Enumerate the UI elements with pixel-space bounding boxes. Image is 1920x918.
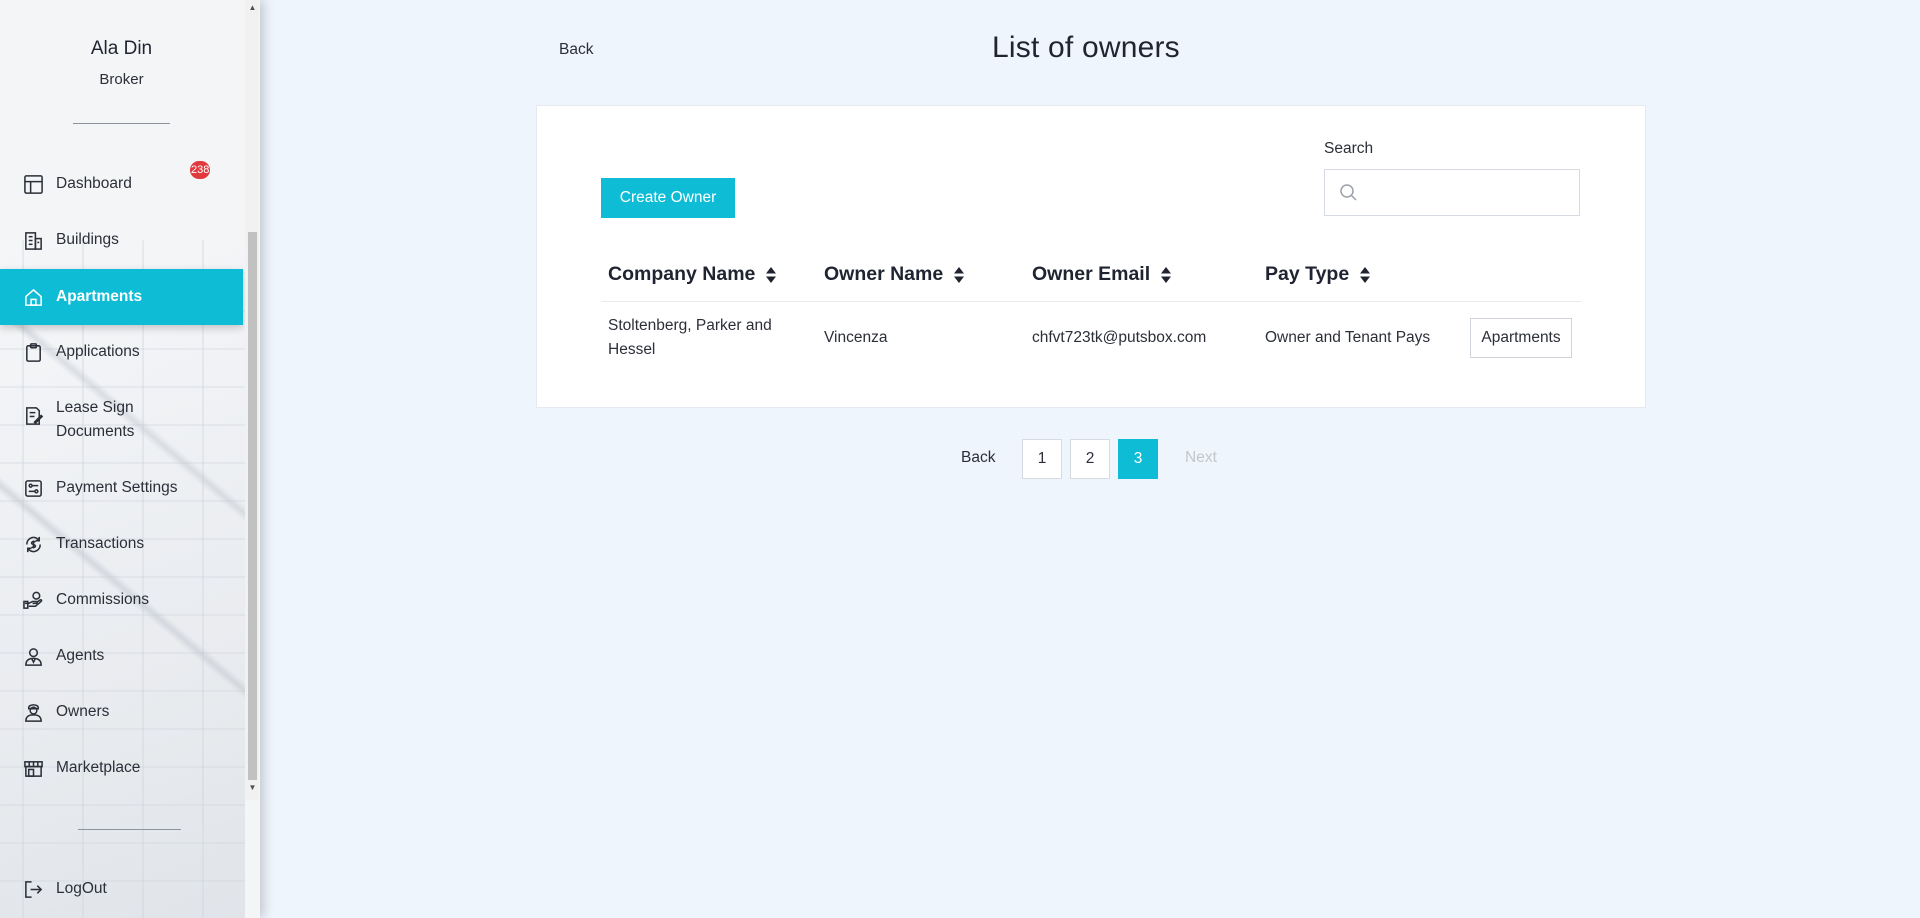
sidebar-item-label: Payment Settings <box>56 479 178 496</box>
cell-pay-type: Owner and Tenant Pays <box>1265 329 1431 346</box>
sidebar-item-applications[interactable]: Applications <box>0 326 243 378</box>
search-box[interactable] <box>1324 169 1580 217</box>
notification-badge: 238 <box>190 161 211 179</box>
sidebar-item-label: Buildings <box>56 231 119 248</box>
sidebar-item-marketplace[interactable]: Marketplace <box>0 742 243 794</box>
column-header-owner-email[interactable]: Owner Email <box>1032 263 1172 286</box>
sort-icon <box>1360 266 1371 283</box>
sidebar-item-dashboard[interactable]: Dashboard 238 <box>0 158 243 210</box>
pagination-back[interactable]: Back <box>961 449 995 467</box>
owner-icon <box>22 701 44 723</box>
apartments-button[interactable]: Apartments <box>1470 318 1572 358</box>
sidebar-item-commissions[interactable]: Commissions <box>0 574 243 626</box>
search-input[interactable] <box>1365 170 1574 217</box>
logout-icon <box>22 878 44 900</box>
sidebar-item-label: Apartments <box>56 288 143 305</box>
scroll-up-arrow-icon[interactable]: ▲ <box>248 3 257 13</box>
sort-icon <box>954 266 965 283</box>
scrollbar-thumb[interactable] <box>248 232 257 780</box>
sidebar-item-label: Transactions <box>56 535 145 552</box>
clipboard-icon <box>22 341 44 363</box>
search-label: Search <box>1324 140 1374 157</box>
pagination-next[interactable]: Next <box>1185 449 1217 467</box>
user-role: Broker <box>99 71 144 88</box>
divider <box>78 829 181 830</box>
divider <box>73 123 170 124</box>
home-icon <box>22 286 44 308</box>
table-divider <box>601 301 1581 302</box>
page-2-button[interactable]: 2 <box>1070 439 1110 479</box>
sidebar-item-label: Commissions <box>56 591 150 608</box>
store-icon <box>22 757 44 779</box>
sidebar-item-owners[interactable]: Owners <box>0 686 243 738</box>
transactions-icon <box>22 533 44 555</box>
sidebar-item-label: Agents <box>56 647 105 664</box>
column-header-pay-type[interactable]: Pay Type <box>1265 263 1371 286</box>
back-link[interactable]: Back <box>559 41 593 59</box>
sort-icon <box>766 266 777 283</box>
sidebar-item-apartments[interactable]: Apartments <box>0 269 243 325</box>
document-sign-icon <box>22 404 44 426</box>
cell-company-name: Stoltenberg, Parker and Hessel <box>608 317 772 358</box>
sidebar-item-lease-sign-documents[interactable]: Lease Sign Documents <box>0 396 243 456</box>
building-icon <box>22 229 44 251</box>
sidebar-item-transactions[interactable]: Transactions <box>0 518 243 570</box>
sort-icon <box>1161 266 1172 283</box>
cell-owner-name: Vincenza <box>824 329 888 346</box>
hand-coin-icon <box>22 589 44 611</box>
sidebar-item-agents[interactable]: Agents <box>0 630 243 682</box>
scroll-down-arrow-icon[interactable]: ▼ <box>248 783 257 793</box>
sidebar-item-label: Dashboard <box>56 175 132 192</box>
sidebar: Ala Din Broker Dashboard 238 Buildings A… <box>0 0 260 918</box>
page-3-button[interactable]: 3 <box>1118 439 1158 479</box>
cell-owner-email: chfvt723tk@putsbox.com <box>1032 329 1207 346</box>
page-1-button[interactable]: 1 <box>1022 439 1062 479</box>
sidebar-item-label: Marketplace <box>56 759 141 776</box>
search-icon <box>1340 184 1357 201</box>
logout-button[interactable]: LogOut <box>0 863 243 915</box>
sidebar-item-payment-settings[interactable]: Payment Settings <box>0 462 243 514</box>
sidebar-item-label: Lease Sign Documents <box>56 399 135 440</box>
dashboard-icon <box>22 173 44 195</box>
sidebar-item-label: Owners <box>56 703 110 720</box>
user-name: Ala Din <box>90 38 153 59</box>
column-header-company-name[interactable]: Company Name <box>608 263 777 286</box>
sidebar-item-label: LogOut <box>56 880 107 897</box>
sidebar-item-buildings[interactable]: Buildings <box>0 214 243 266</box>
payment-settings-icon <box>22 477 44 499</box>
create-owner-button[interactable]: Create Owner <box>601 178 735 218</box>
agent-icon <box>22 645 44 667</box>
sidebar-scrollbar[interactable]: ▲ ▼ <box>245 0 259 800</box>
page-title: List of owners <box>992 31 1180 64</box>
sidebar-item-label: Applications <box>56 343 140 360</box>
owners-card: Create Owner Search Company Name Owner N… <box>536 105 1646 408</box>
column-header-owner-name[interactable]: Owner Name <box>824 263 965 286</box>
